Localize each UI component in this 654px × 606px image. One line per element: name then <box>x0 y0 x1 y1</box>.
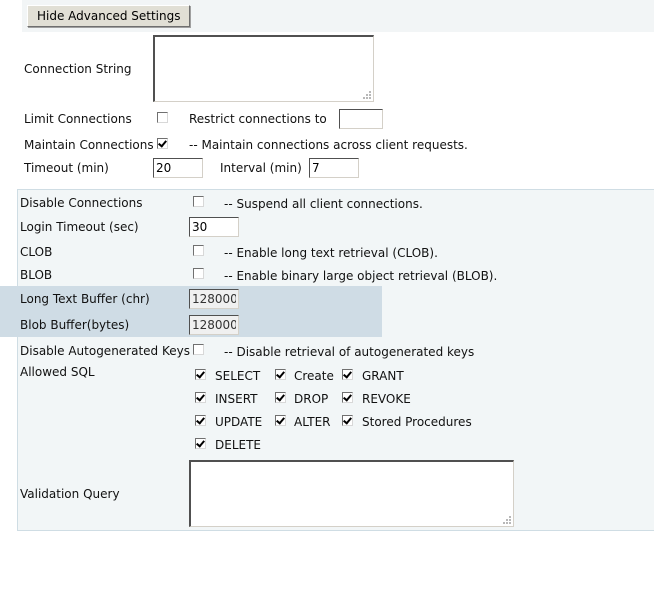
long-text-buffer-label: Long Text Buffer (chr) <box>20 292 150 306</box>
timeout-input[interactable] <box>153 158 203 178</box>
sql-select-label: SELECT <box>215 369 261 383</box>
validation-query-label: Validation Query <box>20 487 120 501</box>
sql-revoke-checkbox[interactable] <box>342 392 353 403</box>
blob-buffer-label: Blob Buffer(bytes) <box>20 318 130 332</box>
validation-query-textarea[interactable] <box>189 460 514 527</box>
disable-autogen-keys-checkbox[interactable] <box>193 344 204 355</box>
sql-stored-procedures-label: Stored Procedures <box>362 415 472 429</box>
sql-insert-label: INSERT <box>215 392 258 406</box>
timeout-label: Timeout (min) <box>24 161 109 175</box>
resize-grip-icon[interactable] <box>361 89 371 99</box>
disable-autogen-keys-description: -- Disable retrieval of autogenerated ke… <box>224 345 475 359</box>
maintain-connections-description: -- Maintain connections across client re… <box>189 138 468 152</box>
blob-checkbox[interactable] <box>193 268 204 279</box>
maintain-connections-checkbox[interactable] <box>157 138 168 149</box>
blob-buffer-input[interactable] <box>189 315 239 335</box>
clob-description: -- Enable long text retrieval (CLOB). <box>224 246 438 260</box>
login-timeout-input[interactable] <box>189 217 239 237</box>
restrict-connections-input[interactable] <box>339 109 383 129</box>
sql-drop-label: DROP <box>294 392 329 406</box>
interval-label: Interval (min) <box>220 161 302 175</box>
resize-grip-icon[interactable] <box>501 514 511 524</box>
disable-connections-checkbox[interactable] <box>193 196 204 207</box>
sql-create-label: Create <box>294 369 334 383</box>
hide-advanced-settings-button[interactable]: Hide Advanced Settings <box>27 5 191 27</box>
login-timeout-label: Login Timeout (sec) <box>20 220 139 234</box>
connection-string-label: Connection String <box>24 62 132 76</box>
sql-alter-checkbox[interactable] <box>275 415 286 426</box>
limit-connections-checkbox[interactable] <box>157 112 168 123</box>
interval-input[interactable] <box>309 158 359 178</box>
disable-connections-label: Disable Connections <box>20 196 143 210</box>
clob-label: CLOB <box>20 245 53 259</box>
blob-label: BLOB <box>20 268 53 282</box>
disable-autogen-keys-label: Disable Autogenerated Keys <box>20 344 190 358</box>
sql-update-label: UPDATE <box>215 415 263 429</box>
sql-select-checkbox[interactable] <box>195 369 206 380</box>
sql-update-checkbox[interactable] <box>195 415 206 426</box>
sql-delete-checkbox[interactable] <box>195 438 206 449</box>
limit-connections-label: Limit Connections <box>24 112 132 126</box>
sql-revoke-label: REVOKE <box>362 392 411 406</box>
maintain-connections-label: Maintain Connections <box>24 138 154 152</box>
connection-string-textarea[interactable] <box>153 35 374 102</box>
clob-checkbox[interactable] <box>193 245 204 256</box>
disable-connections-description: -- Suspend all client connections. <box>224 197 423 211</box>
blob-description: -- Enable binary large object retrieval … <box>224 269 498 283</box>
restrict-connections-label: Restrict connections to <box>189 112 327 126</box>
sql-drop-checkbox[interactable] <box>275 392 286 403</box>
allowed-sql-label: Allowed SQL <box>20 365 95 379</box>
sql-alter-label: ALTER <box>294 415 331 429</box>
sql-delete-label: DELETE <box>215 438 262 452</box>
sql-stored-procedures-checkbox[interactable] <box>342 415 353 426</box>
sql-insert-checkbox[interactable] <box>195 392 206 403</box>
sql-grant-label: GRANT <box>362 369 404 383</box>
sql-create-checkbox[interactable] <box>275 369 286 380</box>
long-text-buffer-input[interactable] <box>189 289 239 309</box>
sql-grant-checkbox[interactable] <box>342 369 353 380</box>
